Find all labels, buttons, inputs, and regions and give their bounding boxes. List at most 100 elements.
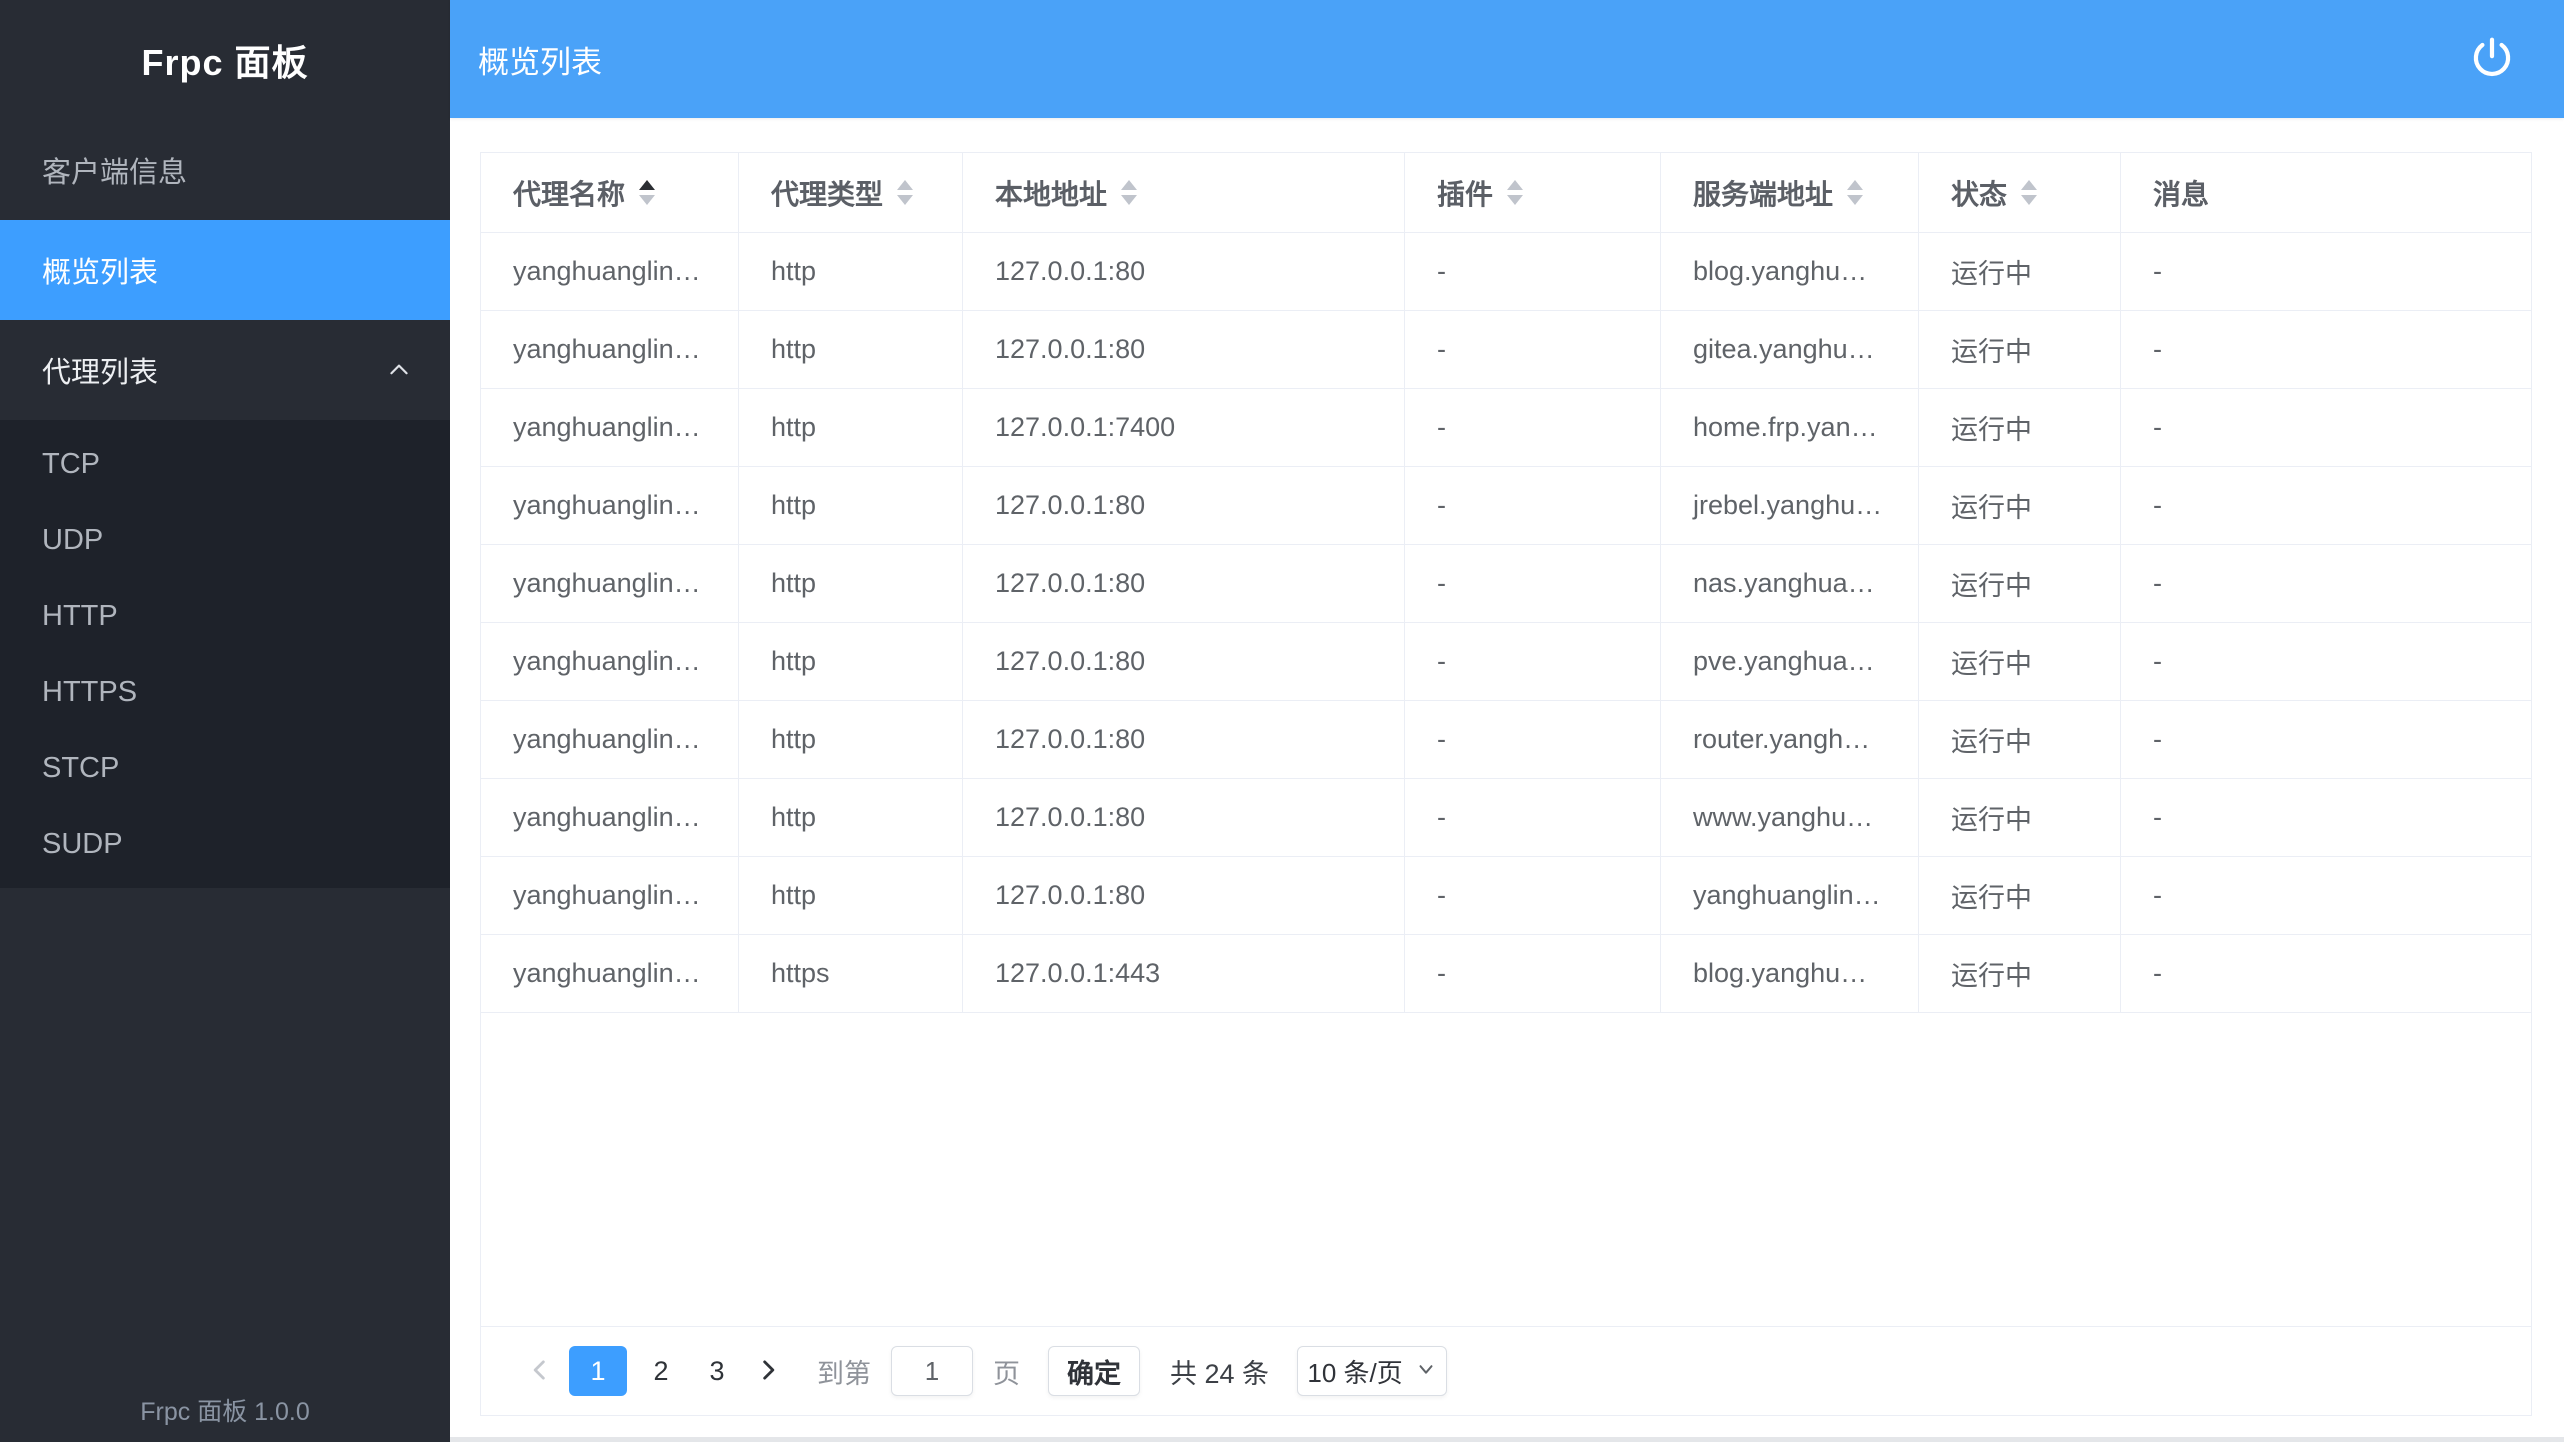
sort-caret-down-icon <box>897 195 913 205</box>
cell-message: - <box>2121 857 2531 934</box>
cell-status: 运行中 <box>1919 233 2121 310</box>
sort-caret-down-icon <box>1507 195 1523 205</box>
sort-caret-up-icon <box>639 180 655 190</box>
total-count-label: 共 24 条 <box>1170 1352 1269 1391</box>
next-page-button[interactable] <box>745 1346 789 1396</box>
cell-plugin: - <box>1405 623 1661 700</box>
cell-message: - <box>2121 623 2531 700</box>
submenu-item-tcp[interactable]: TCP <box>0 426 450 502</box>
cell-proxy-name: yanghuanglin… <box>481 701 739 778</box>
sort-caret-up-icon <box>1507 180 1523 190</box>
cell-proxy-name: yanghuanglin… <box>481 623 739 700</box>
page-number-button[interactable]: 1 <box>569 1346 627 1396</box>
cell-proxy-type: http <box>739 467 963 544</box>
cell-local-address: 127.0.0.1:80 <box>963 623 1405 700</box>
cell-server-address: www.yanghu… <box>1661 779 1919 856</box>
sidebar: Frpc 面板 客户端信息 概览列表 代理列表 TCP UDP HTTP HTT… <box>0 0 450 1442</box>
sidebar-title: Frpc 面板 <box>0 0 450 120</box>
sidebar-submenu: TCP UDP HTTP HTTPS STCP SUDP <box>0 420 450 888</box>
prev-page-button[interactable] <box>519 1346 563 1396</box>
cell-server-address: home.frp.yan… <box>1661 389 1919 466</box>
table-row: yanghuanglin…http127.0.0.1:80-blog.yangh… <box>481 233 2531 311</box>
cell-server-address: pve.yanghua… <box>1661 623 1919 700</box>
chevron-down-icon <box>1415 1356 1437 1387</box>
power-icon <box>2469 35 2515 84</box>
goto-page-input[interactable] <box>891 1346 973 1396</box>
cell-status: 运行中 <box>1919 623 2121 700</box>
chevron-up-icon <box>386 357 412 383</box>
cell-server-address: gitea.yanghu… <box>1661 311 1919 388</box>
sidebar-item-overview[interactable]: 概览列表 <box>0 220 450 320</box>
cell-message: - <box>2121 311 2531 388</box>
submenu-item-sudp[interactable]: SUDP <box>0 806 450 882</box>
cell-server-address: jrebel.yanghu… <box>1661 467 1919 544</box>
sidebar-menu: 客户端信息 概览列表 代理列表 TCP UDP HTTP HTTPS STCP … <box>0 120 450 888</box>
sort-caret-down-icon <box>1847 195 1863 205</box>
cell-plugin: - <box>1405 545 1661 622</box>
cell-proxy-name: yanghuanglin… <box>481 467 739 544</box>
cell-local-address: 127.0.0.1:80 <box>963 311 1405 388</box>
app-root: Frpc 面板 客户端信息 概览列表 代理列表 TCP UDP HTTP HTT… <box>0 0 2564 1442</box>
column-header-label: 状态 <box>1951 173 2007 213</box>
cell-proxy-name: yanghuanglin… <box>481 779 739 856</box>
cell-server-address: blog.yanghu… <box>1661 233 1919 310</box>
column-header-local-address[interactable]: 本地地址 <box>963 153 1405 232</box>
column-header-message: 消息 <box>2121 153 2531 232</box>
cell-message: - <box>2121 389 2531 466</box>
sort-carets-icon <box>1507 180 1523 205</box>
page-unit-label: 页 <box>993 1352 1020 1391</box>
cell-proxy-type: http <box>739 233 963 310</box>
overview-card: 代理名称代理类型本地地址插件服务端地址状态消息 yanghuanglin…htt… <box>480 152 2532 1416</box>
sort-caret-down-icon <box>1121 195 1137 205</box>
sort-caret-up-icon <box>1847 180 1863 190</box>
column-header-proxy-name[interactable]: 代理名称 <box>481 153 739 232</box>
proxy-table: 代理名称代理类型本地地址插件服务端地址状态消息 yanghuanglin…htt… <box>481 153 2531 1327</box>
cell-proxy-name: yanghuanglin… <box>481 233 739 310</box>
page-size-select[interactable]: 10 条/页 <box>1297 1346 1447 1396</box>
cell-status: 运行中 <box>1919 935 2121 1012</box>
topbar: 概览列表 <box>450 0 2564 118</box>
main-area: 概览列表 代理名称 代理类型本地地址插件 服务端地址状态 消息 yanghuangli… <box>450 0 2564 1442</box>
cell-proxy-name: yanghuanglin… <box>481 311 739 388</box>
sidebar-item-proxy-list[interactable]: 代理列表 <box>0 320 450 420</box>
column-header-plugin[interactable]: 插件 <box>1405 153 1661 232</box>
cell-local-address: 127.0.0.1:80 <box>963 857 1405 934</box>
cell-status: 运行中 <box>1919 857 2121 934</box>
cell-status: 运行中 <box>1919 311 2121 388</box>
column-header-server-address[interactable]: 服务端地址 <box>1661 153 1919 232</box>
page-number-button[interactable]: 3 <box>695 1346 739 1396</box>
cell-status: 运行中 <box>1919 779 2121 856</box>
submenu-item-udp[interactable]: UDP <box>0 502 450 578</box>
table-row: yanghuanglin…http127.0.0.1:80-www.yanghu… <box>481 779 2531 857</box>
submenu-item-stcp[interactable]: STCP <box>0 730 450 806</box>
cell-server-address: router.yangh… <box>1661 701 1919 778</box>
goto-page-label: 到第 <box>817 1352 871 1391</box>
cell-message: - <box>2121 467 2531 544</box>
sort-carets-icon <box>1847 180 1863 205</box>
column-header-label: 插件 <box>1437 173 1493 213</box>
sort-carets-icon <box>1121 180 1137 205</box>
power-button[interactable] <box>2464 31 2520 87</box>
cell-proxy-type: http <box>739 779 963 856</box>
cell-message: - <box>2121 233 2531 310</box>
confirm-button[interactable]: 确定 <box>1048 1346 1140 1396</box>
content: 代理名称代理类型本地地址插件服务端地址状态消息 yanghuanglin…htt… <box>450 118 2564 1442</box>
cell-server-address: nas.yanghua… <box>1661 545 1919 622</box>
column-header-label: 代理名称 <box>513 173 625 213</box>
table-row: yanghuanglin…http127.0.0.1:80-pve.yanghu… <box>481 623 2531 701</box>
page-numbers: 123 <box>563 1346 745 1396</box>
table-row: yanghuanglin…http127.0.0.1:80-yanghuangl… <box>481 857 2531 935</box>
column-header-status[interactable]: 状态 <box>1919 153 2121 232</box>
sidebar-item-client-info[interactable]: 客户端信息 <box>0 120 450 220</box>
submenu-item-http[interactable]: HTTP <box>0 578 450 654</box>
pagination: 123 到第 页 确定 共 24 条 10 条/页 <box>481 1327 2531 1415</box>
cell-server-address: blog.yanghu… <box>1661 935 1919 1012</box>
cell-proxy-type: http <box>739 701 963 778</box>
table-row: yanghuanglin…http127.0.0.1:80-jrebel.yan… <box>481 467 2531 545</box>
cell-plugin: - <box>1405 233 1661 310</box>
page-number-button[interactable]: 2 <box>639 1346 683 1396</box>
table-row: yanghuanglin…http127.0.0.1:80-gitea.yang… <box>481 311 2531 389</box>
page-title: 概览列表 <box>478 37 602 82</box>
column-header-proxy-type[interactable]: 代理类型 <box>739 153 963 232</box>
submenu-item-https[interactable]: HTTPS <box>0 654 450 730</box>
